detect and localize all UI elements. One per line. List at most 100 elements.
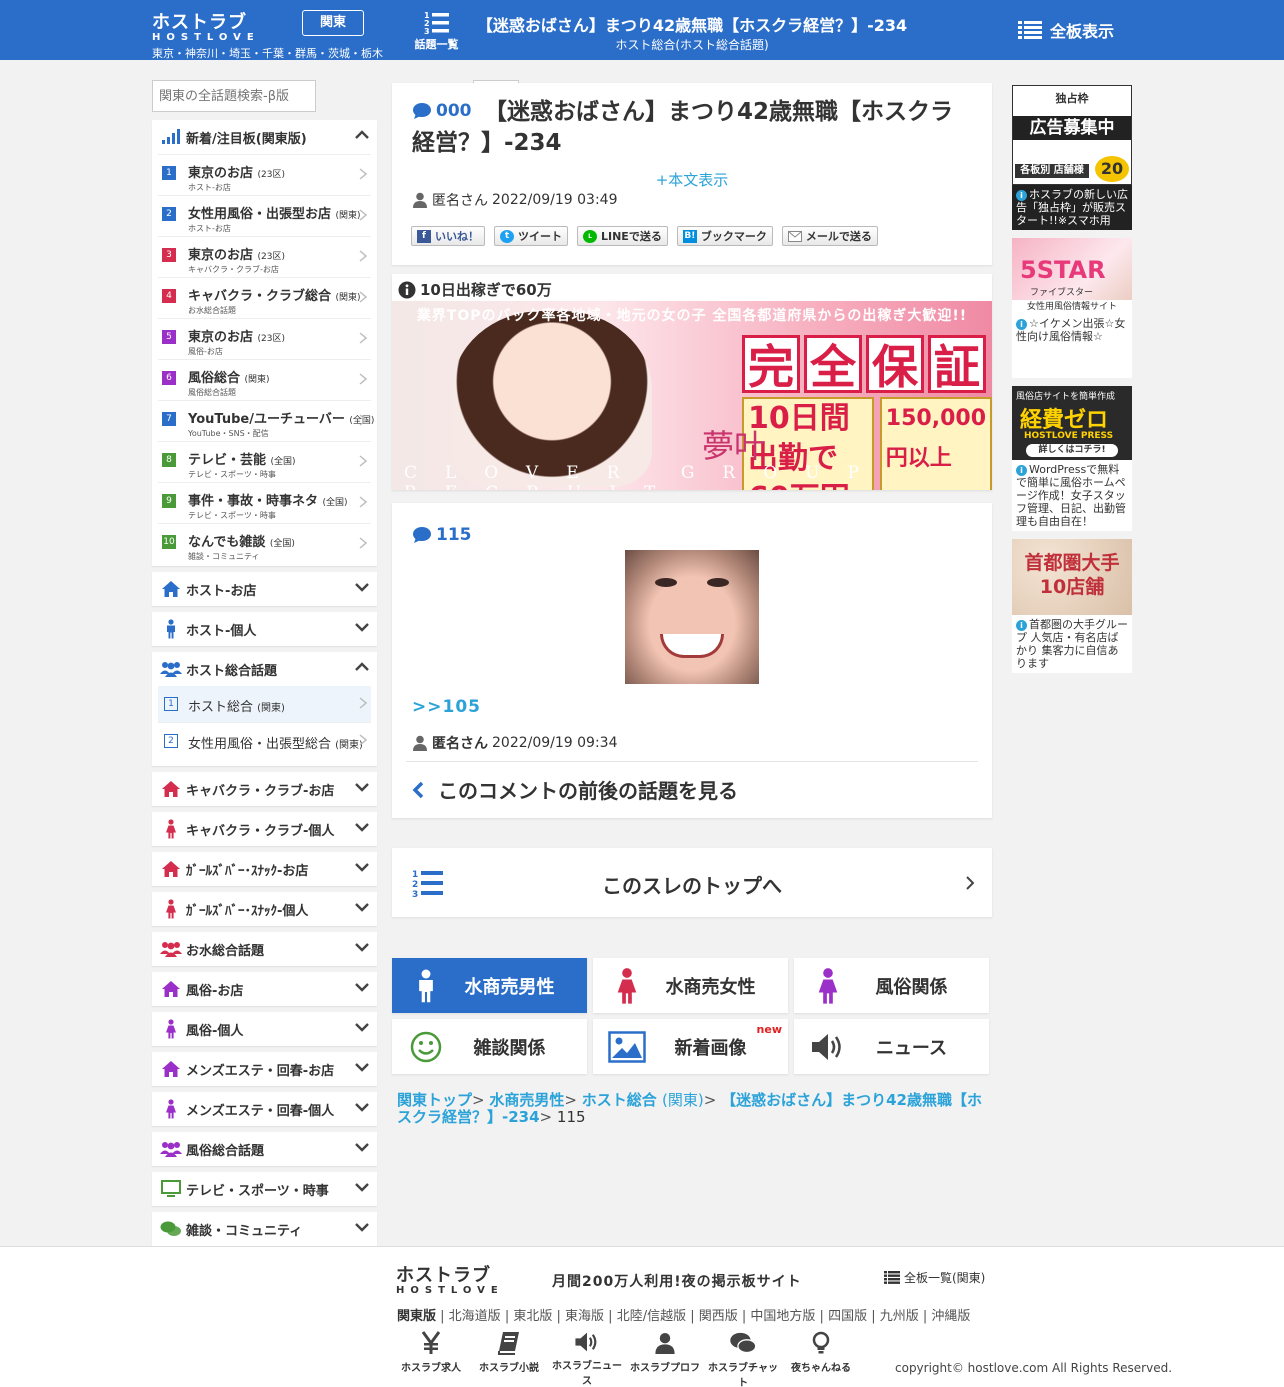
tweet-button[interactable]: t ツイート xyxy=(494,226,568,246)
chevron-up-icon xyxy=(355,130,369,139)
host-shop-section: ホスト-お店 xyxy=(152,572,377,606)
show-body-link[interactable]: +本文表示 xyxy=(392,169,992,190)
category-section-label: ｶﾞｰﾙｽﾞﾊﾞｰ･ｽﾅｯｸ-お店 xyxy=(186,863,309,879)
category-section: ｶﾞｰﾙｽﾞﾊﾞｰ･ｽﾅｯｸ-個人 xyxy=(152,892,377,926)
footer-service-link[interactable]: ホスラブ求人 xyxy=(392,1331,470,1387)
region-link[interactable]: 四国版 xyxy=(828,1309,867,1324)
woman-icon xyxy=(802,967,854,1005)
chevron-down-icon xyxy=(355,623,369,632)
all-boards-button[interactable]: 全板表示 xyxy=(1018,18,1114,42)
breadcrumb-board[interactable]: ホスト総合 (関東) xyxy=(582,1091,704,1109)
featured-board-item[interactable]: 4 キャバクラ・クラブ総合 (関東) お水総合話題 xyxy=(158,277,371,318)
category-section-header[interactable]: お水総合話題 xyxy=(152,932,377,966)
footer-service-link[interactable]: ホスラブニュース xyxy=(548,1331,626,1387)
region-link[interactable]: 北陸/信越版 xyxy=(617,1309,686,1324)
breadcrumb-category[interactable]: 水商売男性 xyxy=(489,1091,564,1109)
footer-service-label: 夜ちゃんねる xyxy=(791,1363,851,1374)
right-ad-exclusive[interactable]: 独占枠 広告募集中 各板別 店舗様 20 i ホスラブの新しい広告「独占枠」が販売… xyxy=(1012,85,1132,230)
featured-board-item[interactable]: 10 なんでも雑談 (全国) 雑談・コミュニティ xyxy=(158,523,371,564)
region-button[interactable]: 関東 xyxy=(302,10,364,36)
category-section-header[interactable]: テレビ・スポーツ・時事 xyxy=(152,1172,377,1206)
line-share-button[interactable]: L LINEで送る xyxy=(577,226,668,246)
category-section-header[interactable]: 風俗-お店 xyxy=(152,972,377,1006)
category-news[interactable]: ニュース xyxy=(794,1019,989,1074)
thread-top-button[interactable]: 123 このスレのトップへ xyxy=(392,848,992,917)
ad-card[interactable]: 10日出稼ぎで60万 業界TOPのバック率各地域・地元の女の子 全国各都道府県か… xyxy=(392,274,992,490)
region-link[interactable]: 関東版 xyxy=(397,1309,436,1324)
region-link[interactable]: 東北版 xyxy=(513,1309,552,1324)
region-separator: | xyxy=(604,1309,617,1324)
comment-count: 000 xyxy=(412,101,472,121)
host-person-section: ホスト-個人 xyxy=(152,612,377,646)
host-person-header[interactable]: ホスト-個人 xyxy=(152,612,377,646)
bookmark-button[interactable]: B! ブックマーク xyxy=(676,226,773,246)
category-section-header[interactable]: 風俗総合話題 xyxy=(152,1132,377,1166)
right-ad-press[interactable]: 風俗店サイトを簡単作成 経費ゼロ HOSTLOVE PRESS 詳しくはコチラ!… xyxy=(1012,386,1132,531)
category-section-label: キャバクラ・クラブ-個人 xyxy=(186,823,335,839)
category-section-label: 雑談・コミュニティ xyxy=(186,1223,303,1239)
region-separator: | xyxy=(686,1309,699,1324)
category-male-staff[interactable]: 水商売男性 xyxy=(392,958,587,1013)
topics-list-button[interactable]: 123 話題一覧 xyxy=(414,10,459,52)
featured-board-item[interactable]: 6 風俗総合 (関東) 風俗総合話題 xyxy=(158,359,371,400)
footer-service-link[interactable]: ホスラブチャット xyxy=(704,1331,782,1387)
item-title: 東京のお店 (23区) xyxy=(188,330,286,345)
chevron-down-icon xyxy=(355,1143,369,1152)
woman-icon xyxy=(160,1099,182,1119)
home-icon xyxy=(160,579,182,599)
host-general-item[interactable]: 2 女性用風俗・出張型総合 (関東) xyxy=(158,722,371,758)
facebook-like-button[interactable]: f いいね！ xyxy=(411,226,485,246)
region-link[interactable]: 北海道版 xyxy=(449,1309,501,1324)
chat-icon xyxy=(160,1219,182,1239)
host-general-item[interactable]: 1 ホスト総合 (関東) xyxy=(158,686,371,722)
featured-board-item[interactable]: 2 女性用風俗・出張型お店 (関東) ホスト-お店 xyxy=(158,195,371,236)
region-link[interactable]: 東海版 xyxy=(565,1309,604,1324)
category-section-header[interactable]: メンズエステ・回春-お店 xyxy=(152,1052,377,1086)
featured-board-item[interactable]: 3 東京のお店 (23区) キャバクラ・クラブ-お店 xyxy=(158,236,371,277)
view-around-link[interactable]: このコメントの前後の話題を見る xyxy=(412,775,738,804)
category-section-header[interactable]: 雑談・コミュニティ xyxy=(152,1212,377,1246)
category-fuzoku[interactable]: 風俗関係 xyxy=(794,958,989,1013)
right-ad-metro[interactable]: 首都圏大手10店舗 i 首都圏の大手グループ 人気店・有名店ばかり 集客力に自信あ… xyxy=(1012,539,1132,673)
host-shop-header[interactable]: ホスト-お店 xyxy=(152,572,377,606)
featured-board-item[interactable]: 5 東京のお店 (23区) 風俗-お店 xyxy=(158,318,371,359)
chevron-down-icon xyxy=(355,903,369,912)
category-chat[interactable]: 雑談関係 xyxy=(392,1019,587,1074)
category-section-header[interactable]: キャバクラ・クラブ-お店 xyxy=(152,772,377,806)
footer-logo[interactable]: ホストラブ HOSTLOVE xyxy=(396,1261,504,1296)
category-section-header[interactable]: ｶﾞｰﾙｽﾞﾊﾞｰ･ｽﾅｯｸ-個人 xyxy=(152,892,377,926)
category-section-header[interactable]: 風俗-個人 xyxy=(152,1012,377,1046)
post-image[interactable] xyxy=(625,550,759,684)
region-link[interactable]: 中国地方版 xyxy=(750,1309,815,1324)
mail-share-button[interactable]: メールで送る xyxy=(781,226,878,246)
breadcrumb-home[interactable]: 関東トップ xyxy=(397,1091,472,1109)
host-general-header[interactable]: ホスト総合話題 xyxy=(152,652,377,686)
footer-service-link[interactable]: ホスラブ小説 xyxy=(470,1331,548,1387)
category-new-images[interactable]: 新着画像 new xyxy=(593,1019,788,1074)
featured-board-item[interactable]: 8 テレビ・芸能 (全国) テレビ・スポーツ・時事 xyxy=(158,441,371,482)
featured-board-item[interactable]: 1 東京のお店 (23区) ホスト-お店 xyxy=(158,154,371,195)
featured-board-item[interactable]: 9 事件・事故・時事ネタ (全国) テレビ・スポーツ・時事 xyxy=(158,482,371,523)
category-section-header[interactable]: メンズエステ・回春-個人 xyxy=(152,1092,377,1126)
right-ad-5star[interactable]: 5STAR ファイブスター 女性用風俗情報サイト i ☆イケメン出張☆女性向け風俗… xyxy=(1012,238,1132,378)
reply-anchor-link[interactable]: >>105 xyxy=(412,697,481,717)
featured-boards-header[interactable]: 新着/注目板(関東版) xyxy=(152,120,377,154)
footer-all-boards-link[interactable]: 全板一覧(関東) xyxy=(884,1269,985,1286)
item-subtitle: キャバクラ・クラブ-お店 xyxy=(188,265,279,274)
category-female-staff[interactable]: 水商売女性 xyxy=(593,958,788,1013)
region-link[interactable]: 九州版 xyxy=(880,1309,919,1324)
category-section-header[interactable]: ｶﾞｰﾙｽﾞﾊﾞｰ･ｽﾅｯｸ-お店 xyxy=(152,852,377,886)
ad-banner-image[interactable]: 業界TOPのバック率各地域・地元の女の子 全国各都道府県からの出稼ぎ大歓迎!! … xyxy=(392,301,992,490)
search-input[interactable] xyxy=(152,80,316,112)
category-section-header[interactable]: キャバクラ・クラブ-個人 xyxy=(152,812,377,846)
footer-service-label: ホスラブ求人 xyxy=(401,1363,461,1374)
footer-service-link[interactable]: ホスラブプロフ xyxy=(626,1331,704,1387)
region-link[interactable]: 関西版 xyxy=(699,1309,738,1324)
featured-board-item[interactable]: 7 YouTube/ユーチューバー (全国) YouTube・SNS・配信 xyxy=(158,400,374,441)
region-link[interactable]: 沖縄版 xyxy=(931,1309,970,1324)
item-subtitle: YouTube・SNS・配信 xyxy=(188,429,269,438)
host-general-label: ホスト総合話題 xyxy=(186,663,278,679)
chevron-right-icon xyxy=(359,168,367,180)
breadcrumb-current: 115 xyxy=(556,1108,586,1126)
footer-service-link[interactable]: 夜ちゃんねる xyxy=(782,1331,860,1387)
